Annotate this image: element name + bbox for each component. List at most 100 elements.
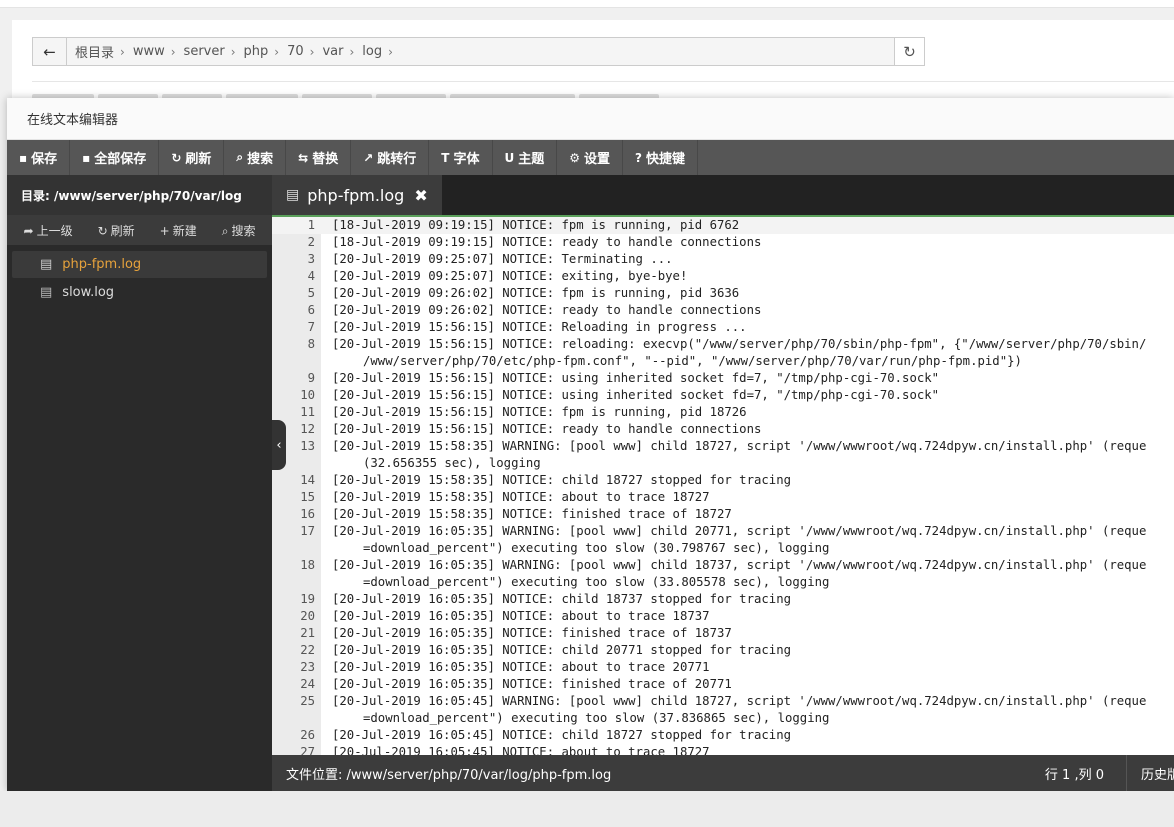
code-line: 12 [20-Jul-2019 15:56:15] NOTICE: ready t… [272,421,1174,438]
code-line-wrap: =download_percent") executing too slow (… [272,540,1174,557]
line-number: 22 [300,643,315,657]
line-text: [20-Jul-2019 16:05:45] WARNING: [pool ww… [332,694,1147,708]
line-number: 9 [307,371,315,385]
code-line: 20 [20-Jul-2019 16:05:35] NOTICE: about t… [272,608,1174,625]
tab-php-fpm-log[interactable]: ▤ php-fpm.log ✖ [272,175,442,215]
code-line: 15 [20-Jul-2019 15:58:35] NOTICE: about t… [272,489,1174,506]
refresh-button[interactable]: ↻ 刷新 [159,140,225,175]
plus-action[interactable]: + 新建 [160,222,197,239]
refresh-icon: ↻ [171,150,182,165]
code-line: 27 [20-Jul-2019 16:05:45] NOTICE: about t… [272,744,1174,755]
line-text: [20-Jul-2019 09:25:07] NOTICE: exiting, … [332,269,688,283]
line-text: [18-Jul-2019 09:19:15] NOTICE: ready to … [332,235,762,249]
font-button[interactable]: T 字体 [429,140,493,175]
code-line: 9 [20-Jul-2019 15:56:15] NOTICE: using in… [272,370,1174,387]
line-text: [20-Jul-2019 16:05:45] NOTICE: child 187… [332,728,792,742]
line-number: 23 [300,660,315,674]
save-all-button[interactable]: ▪ 全部保存 [70,140,160,175]
file-icon: ▤ [286,187,300,203]
breadcrumb-item[interactable]: log [362,44,382,59]
editor-body: 目录: /www/server/php/70/var/log ➦ 上一级 ↻ 刷新 + 新… [7,175,1174,791]
chevron-right-icon: › [309,44,315,59]
line-text: [20-Jul-2019 15:56:15] NOTICE: reloading… [332,337,1147,351]
save-button[interactable]: ▪ 保存 [7,140,71,175]
chevron-right-icon: › [230,44,236,59]
toolbar-label: 保存 [31,152,58,167]
line-number: 18 [300,558,315,572]
breadcrumb-item[interactable]: var [322,44,343,59]
file-icon: ▤ [40,257,53,272]
top-strip [0,0,1174,8]
chevron-right-icon: › [120,44,125,59]
breadcrumb-item[interactable]: 根目录 [75,42,114,61]
code-line: 3 [20-Jul-2019 09:25:07] NOTICE: Terminat… [272,251,1174,268]
line-number: 3 [307,252,315,266]
toolbar-label: 字体 [453,152,480,167]
line-number: 25 [300,694,315,708]
code-line: 22 [20-Jul-2019 16:05:35] NOTICE: child 2… [272,642,1174,659]
refresh-icon[interactable]: ↻ [894,38,924,65]
code-line-wrap: (32.656355 sec), logging [272,455,1174,472]
line-number: 4 [307,269,315,283]
replace-button[interactable]: ⇆ 替换 [286,140,352,175]
code-line: 13 [20-Jul-2019 15:58:35] WARNING: [pool … [272,438,1174,455]
line-text: [20-Jul-2019 16:05:35] NOTICE: finished … [332,677,732,691]
breadcrumb-item[interactable]: www [133,44,165,59]
file-item[interactable]: ▤ php-fpm.log [12,251,267,278]
line-text: [20-Jul-2019 15:58:35] NOTICE: about to … [332,490,710,504]
line-number-blank [272,353,321,370]
line-number: 14 [300,473,315,487]
arrow-left-icon[interactable]: ← [33,38,67,65]
file-icon: ▤ [40,285,53,300]
line-number: 7 [307,320,315,334]
code-line: 25 [20-Jul-2019 16:05:45] WARNING: [pool … [272,693,1174,710]
toolbar-label: 设置 [584,152,611,167]
plus-icon: + [159,223,170,238]
refresh-action[interactable]: ↻ 刷新 [98,222,135,239]
theme-icon: U [504,150,515,165]
line-number: 24 [300,677,315,691]
settings-icon: ⚙ [569,150,581,165]
sidebar-actions: ➦ 上一级 ↻ 刷新 + 新建 ⌕ 搜索 [7,215,272,245]
line-number: 16 [300,507,315,521]
up-action[interactable]: ➦ 上一级 [24,222,73,239]
code-line-wrap: =download_percent") executing too slow (… [272,710,1174,727]
history-button[interactable]: 历史版本 [1126,755,1174,791]
breadcrumb-item[interactable]: php [244,44,269,59]
settings-button[interactable]: ⚙ 设置 [557,140,624,175]
line-text: [20-Jul-2019 15:56:15] NOTICE: ready to … [332,422,762,436]
code-line: 2 [18-Jul-2019 09:19:15] NOTICE: ready to… [272,234,1174,251]
replace-icon: ⇆ [298,150,309,165]
line-text: [20-Jul-2019 16:05:35] WARNING: [pool ww… [332,524,1147,538]
theme-button[interactable]: U 主题 [493,140,558,175]
chevron-right-icon: › [388,44,393,59]
line-text-continued: =download_percent") executing too slow (… [363,541,830,555]
text-editor-window: 在线文本编辑器 ▪ 保存 ▪ 全部保存 ↻ 刷新 ⌕ 搜索 ⇆ 替换 ↗ 跳转行 T 字体 U 主题 ⚙ 设置? 快… [7,98,1174,791]
goto-line-button[interactable]: ↗ 跳转行 [351,140,430,175]
cursor-position: 行 1 ,列 0 [1044,767,1104,783]
code-editor[interactable]: 1 [18-Jul-2019 09:19:15] NOTICE: fpm is r… [272,215,1174,755]
line-number: 8 [307,337,315,351]
line-number: 19 [300,592,315,606]
breadcrumb-item[interactable]: 70 [287,44,304,59]
line-number-blank [272,574,321,591]
line-number: 21 [300,626,315,640]
file-path: 文件位置: /www/server/php/70/var/log/php-fpm… [286,767,612,783]
code-line: 18 [20-Jul-2019 16:05:35] WARNING: [pool … [272,557,1174,574]
line-text: [20-Jul-2019 15:56:15] NOTICE: Reloading… [332,320,747,334]
action-label: 搜索 [231,223,256,238]
code-line: 11 [20-Jul-2019 15:56:15] NOTICE: fpm is … [272,404,1174,421]
search-action[interactable]: ⌕ 搜索 [222,222,256,239]
code-line: 16 [20-Jul-2019 15:58:35] NOTICE: finishe… [272,506,1174,523]
breadcrumb-item[interactable]: server [184,44,225,59]
search-button[interactable]: ⌕ 搜索 [224,140,287,175]
line-text: [20-Jul-2019 16:05:35] NOTICE: about to … [332,660,710,674]
close-icon[interactable]: ✖ [414,186,427,205]
line-text: [20-Jul-2019 15:58:35] NOTICE: child 187… [332,473,792,487]
tab-label: php-fpm.log [307,185,405,205]
help-button[interactable]: ? 快捷键 [623,140,699,175]
collapse-sidebar-icon[interactable]: ‹ [272,420,286,470]
file-item[interactable]: ▤ slow.log [12,279,267,306]
code-line: 23 [20-Jul-2019 16:05:35] NOTICE: about t… [272,659,1174,676]
line-text: [20-Jul-2019 09:26:02] NOTICE: fpm is ru… [332,286,740,300]
